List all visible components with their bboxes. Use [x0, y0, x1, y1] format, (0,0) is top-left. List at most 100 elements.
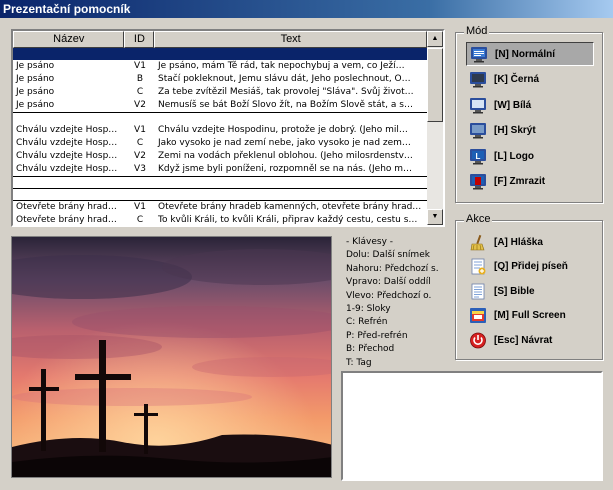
cell-id: C — [136, 138, 144, 148]
button-label: [N] Normální — [495, 48, 555, 60]
logo-button[interactable]: L [L] Logo — [466, 144, 594, 168]
cell-name: Je psáno — [16, 100, 55, 110]
keyboard-help-line: Vlevo: Předchozí o. — [346, 290, 432, 301]
column-header-id[interactable]: ID — [124, 31, 155, 48]
column-header-text[interactable]: Text — [154, 31, 427, 48]
cell-id: C — [136, 87, 144, 97]
monitor-normal-icon — [470, 46, 488, 63]
cell-text: Je psáno, mám Tě rád, tak nepochybuj a v… — [158, 61, 405, 71]
mode-legend: Mód — [464, 25, 490, 37]
table-row[interactable]: Otevřete brány hrad… C To kvůli Králi, to … — [13, 214, 427, 225]
bible-button[interactable]: [S] Bible — [466, 279, 594, 303]
cell-text: To kvůli Králi, to kvůli Králi, připrav … — [158, 215, 418, 225]
zmrazit-button[interactable]: [F] Zmrazit — [466, 170, 594, 194]
cell-text: Chválu vzdejte Hospodinu, protože je dob… — [158, 125, 408, 135]
cell-name: Otevřete brány hrad… — [16, 202, 117, 212]
table-row[interactable]: Otevřete brány hrad… V1 Otevřete brány hra… — [13, 201, 427, 214]
song-separator — [13, 176, 427, 188]
table-row[interactable]: Chválu vzdejte Hosp… C Jako vysoko je nad … — [13, 137, 427, 150]
cell-id: V2 — [134, 151, 146, 161]
button-label: [S] Bible — [494, 285, 535, 297]
power-icon — [469, 332, 487, 349]
hlaska-button[interactable]: [A] Hláška — [466, 230, 594, 254]
keyboard-help: - Klávesy - Dolu: Další snímek Nahoru: Pře… — [346, 236, 439, 370]
button-label: [W] Bílá — [494, 99, 532, 111]
table-row[interactable]: Chválu vzdejte Hosp… V3 Když jsme byli pon… — [13, 163, 427, 176]
add-song-icon — [469, 258, 487, 275]
cerna-button[interactable]: [K] Černá — [466, 68, 594, 92]
button-label: [A] Hláška — [494, 236, 543, 248]
cell-id: V3 — [134, 164, 146, 174]
navrat-button[interactable]: [Esc] Návrat — [466, 328, 594, 352]
cell-text: Jako vysoko je nad zemí nebe, jako vysok… — [158, 138, 411, 148]
background-preview-image — [11, 236, 332, 478]
cell-text: Když jsme byli poníženi, rozpomněl se na… — [158, 164, 413, 174]
broom-icon — [469, 234, 487, 251]
song-separator — [13, 188, 427, 201]
skryt-button[interactable]: [H] Skrýt — [466, 119, 594, 143]
keyboard-help-line: C: Refrén — [346, 317, 388, 328]
song-list-rows: Je psáno V1 Je psáno, mám Tě rád, tak nepo… — [13, 48, 427, 225]
table-row[interactable]: Je psáno B Stačí pokleknout, Jemu slávu dá… — [13, 73, 427, 86]
scroll-down-button[interactable]: ▼ — [427, 209, 443, 225]
keyboard-help-line: 1-9: Sloky — [346, 304, 391, 315]
bila-button[interactable]: [W] Bílá — [466, 93, 594, 117]
cell-name: Je psáno — [16, 87, 55, 97]
table-row[interactable]: Chválu vzdejte Hosp… V2 Zemi na vodách pře… — [13, 150, 427, 163]
crosses-sunset-image — [12, 237, 331, 477]
cell-text: Nemusíš se bát Boží Slovo žít, na Božím … — [158, 100, 413, 110]
button-label: [K] Černá — [494, 74, 540, 85]
button-label: [L] Logo — [494, 150, 534, 162]
button-label: [M] Full Screen — [494, 310, 566, 321]
monitor-hide-icon — [469, 122, 487, 139]
cell-id: V1 — [134, 61, 146, 71]
table-row-selected[interactable] — [13, 48, 427, 60]
monitor-black-icon — [469, 71, 487, 88]
song-separator — [13, 112, 427, 124]
cell-text: Stačí pokleknout, Jemu slávu dát, Jeho p… — [158, 74, 411, 84]
button-label: [H] Skrýt — [494, 125, 536, 136]
button-label: [F] Zmrazit — [494, 176, 546, 187]
keyboard-help-title: - Klávesy - — [346, 237, 394, 247]
table-row[interactable]: Je psáno V1 Je psáno, mám Tě rád, tak nepo… — [13, 60, 427, 73]
keyboard-help-line: Dolu: Další snímek — [346, 250, 430, 261]
keyboard-help-line: B: Přechod — [346, 344, 395, 355]
cell-id: C — [136, 215, 144, 225]
bible-icon — [469, 283, 487, 300]
cell-id: V1 — [134, 202, 146, 212]
cell-id: B — [136, 74, 144, 84]
cell-text: Zemi na vodách překlenul oblohou. (Jeho … — [158, 151, 413, 161]
table-row[interactable]: Je psáno V2 Nemusíš se bát Boží Slovo žít,… — [13, 99, 427, 112]
button-label: [Q] Přidej píseň — [494, 261, 568, 272]
cell-name: Chválu vzdejte Hosp… — [16, 125, 118, 135]
svg-text:L: L — [476, 152, 481, 161]
song-list[interactable]: Název ID Text Je psáno V1 Je psáno, mám Tě… — [11, 29, 445, 227]
cell-name: Je psáno — [16, 74, 55, 84]
table-row[interactable]: Je psáno C Za tebe zvítězil Mesiáš, tak pr… — [13, 86, 427, 99]
table-row[interactable]: Chválu vzdejte Hosp… V1 Chválu vzdejte Hos… — [13, 124, 427, 137]
monitor-white-icon — [469, 97, 487, 114]
column-header-name[interactable]: Název — [13, 31, 125, 48]
song-list-scrollbar[interactable]: ▲ ▼ — [427, 31, 443, 225]
cell-text: Za tebe zvítězil Mesiáš, tak provolej "S… — [158, 87, 414, 97]
notes-box[interactable] — [341, 371, 603, 481]
scroll-thumb[interactable] — [427, 48, 443, 122]
monitor-freeze-icon — [469, 173, 487, 190]
cell-name: Otevřete brány hrad… — [16, 215, 117, 225]
fullscreen-icon — [469, 307, 487, 324]
song-list-header: Název ID Text — [13, 31, 427, 48]
keyboard-help-line: Nahoru: Předchozí s. — [346, 263, 439, 274]
actions-legend: Akce — [464, 213, 493, 225]
full-screen-button[interactable]: [M] Full Screen — [466, 304, 594, 328]
pridej-pisen-button[interactable]: [Q] Přidej píseň — [466, 255, 594, 279]
cell-name: Je psáno — [16, 61, 55, 71]
keyboard-help-line: P: Před-refrén — [346, 330, 408, 341]
cell-text: Otevřete brány hradeb kamenných, otevřet… — [158, 202, 422, 212]
mode-group: Mód [N] Normální [K] Černá [W] Bílá [H] Skr… — [455, 25, 603, 203]
scroll-up-button[interactable]: ▲ — [427, 31, 443, 47]
actions-group: Akce [A] Hláška [Q] Přidej píseň [S] Bible… — [455, 213, 603, 360]
normalni-button[interactable]: [N] Normální — [466, 42, 594, 66]
keyboard-help-line: Vpravo: Další oddíl — [346, 277, 431, 288]
keyboard-help-line: T: Tag — [346, 357, 372, 368]
button-label: [Esc] Návrat — [494, 334, 553, 346]
